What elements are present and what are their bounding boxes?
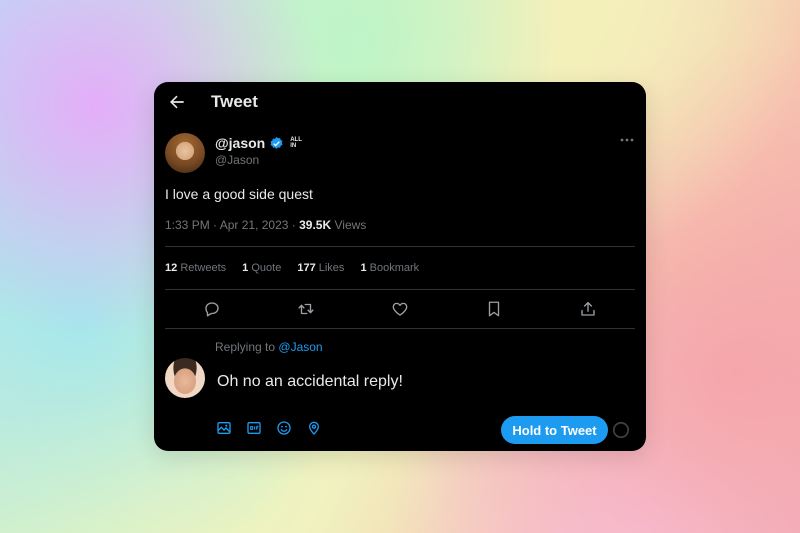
tweet-meta: 1:33 PM · Apr 21, 2023 · 39.5K Views	[165, 218, 366, 232]
bookmark-icon[interactable]	[483, 298, 505, 320]
retweets-stat[interactable]: 12 Retweets	[165, 262, 226, 274]
replying-to: Replying to @Jason	[215, 340, 323, 354]
tweet-time[interactable]: 1:33 PM	[165, 218, 210, 232]
bookmarks-stat[interactable]: 1 Bookmark	[360, 262, 419, 274]
divider	[165, 246, 635, 247]
back-arrow-icon[interactable]	[166, 92, 188, 112]
reply-input[interactable]: Oh no an accidental reply!	[217, 373, 403, 391]
more-options-icon[interactable]	[620, 137, 634, 143]
author-avatar[interactable]	[165, 133, 205, 173]
image-icon[interactable]	[216, 420, 232, 436]
divider	[165, 289, 635, 290]
gif-icon[interactable]	[246, 420, 262, 436]
like-icon[interactable]	[389, 298, 411, 320]
share-icon[interactable]	[577, 298, 599, 320]
retweet-icon[interactable]	[295, 298, 317, 320]
page-title: Tweet	[211, 92, 258, 111]
tweet-card: Tweet @jason ALL IN @Jason I love a good…	[154, 82, 646, 451]
hold-to-tweet-button[interactable]: Hold to Tweet	[501, 416, 608, 444]
views-count: 39.5K	[299, 218, 332, 232]
emoji-icon[interactable]	[276, 420, 292, 436]
reply-icon[interactable]	[201, 298, 223, 320]
tweet-text: I love a good side quest	[165, 186, 313, 202]
location-icon[interactable]	[306, 420, 322, 436]
user-avatar[interactable]	[165, 358, 205, 398]
meta-separator: ·	[213, 218, 220, 232]
tweet-actions	[165, 298, 635, 320]
likes-stat[interactable]: 177 Likes	[297, 262, 344, 274]
author-handle[interactable]: @Jason	[215, 153, 259, 167]
tweet-stats: 12 Retweets 1 Quote 177 Likes 1 Bookmark	[165, 262, 419, 274]
verified-badge-icon	[270, 136, 283, 149]
tweet-date[interactable]: Apr 21, 2023	[220, 218, 289, 232]
author-display-name[interactable]: @jason	[215, 135, 265, 151]
quotes-stat[interactable]: 1 Quote	[242, 262, 281, 274]
affiliation-badge[interactable]: ALL IN	[290, 137, 302, 149]
replying-to-handle[interactable]: @Jason	[278, 340, 322, 354]
author-name-row: @jason ALL IN	[215, 135, 302, 151]
reply-toolbar	[216, 420, 322, 436]
replying-to-label: Replying to	[215, 340, 276, 354]
progress-ring-icon	[612, 421, 630, 439]
views-label: Views	[334, 218, 367, 232]
divider	[165, 328, 635, 329]
